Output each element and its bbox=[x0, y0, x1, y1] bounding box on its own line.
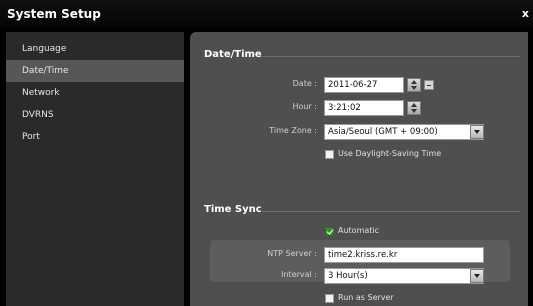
automatic-label: Automatic bbox=[338, 226, 380, 235]
ntp-server-input[interactable]: time2.kriss.re.kr bbox=[324, 247, 484, 263]
dst-label: Use Daylight-Saving Time bbox=[338, 149, 442, 158]
dst-checkbox[interactable] bbox=[325, 150, 334, 159]
spin-up-icon bbox=[411, 80, 417, 84]
timezone-dropdown-button[interactable] bbox=[470, 125, 484, 139]
hour-label: Hour : bbox=[292, 102, 317, 111]
hour-spinner[interactable] bbox=[407, 101, 421, 115]
sidebar-item-language[interactable]: Language bbox=[6, 38, 184, 60]
calendar-button[interactable] bbox=[424, 80, 434, 90]
timezone-label: Time Zone : bbox=[269, 126, 317, 135]
sidebar-item-network[interactable]: Network bbox=[6, 82, 184, 104]
minus-icon bbox=[427, 85, 431, 86]
sidebar: Language Date/Time Network DVRNS Port bbox=[6, 32, 184, 306]
hour-field[interactable]: 3:21:02 bbox=[324, 100, 404, 116]
close-icon[interactable]: x bbox=[522, 7, 529, 20]
chevron-down-icon bbox=[474, 274, 480, 278]
run-as-server-checkbox[interactable] bbox=[325, 294, 334, 303]
run-as-server-label: Run as Server bbox=[338, 293, 394, 302]
spin-down-icon bbox=[411, 109, 417, 113]
automatic-checkbox[interactable] bbox=[325, 227, 334, 236]
date-label: Date : bbox=[292, 79, 317, 88]
interval-label: Interval : bbox=[281, 270, 317, 279]
interval-select[interactable]: 3 Hour(s) bbox=[324, 268, 484, 284]
interval-dropdown-button[interactable] bbox=[470, 269, 484, 283]
ntp-server-label: NTP Server : bbox=[267, 249, 317, 258]
sidebar-item-datetime[interactable]: Date/Time bbox=[6, 60, 184, 82]
datetime-heading: Date/Time bbox=[204, 49, 262, 60]
chevron-down-icon bbox=[474, 130, 480, 134]
spin-down-icon bbox=[411, 86, 417, 90]
divider bbox=[262, 56, 520, 57]
sidebar-item-dvrns[interactable]: DVRNS bbox=[6, 104, 184, 126]
date-field[interactable]: 2011-06-27 bbox=[324, 77, 404, 93]
timezone-select[interactable]: Asia/Seoul (GMT + 09:00) bbox=[324, 124, 484, 140]
settings-panel: Date/Time Date : 2011-06-27 Hour : 3:21:… bbox=[190, 32, 528, 306]
timesync-heading: Time Sync bbox=[204, 204, 262, 215]
title-bar: System Setup x bbox=[0, 0, 533, 28]
spin-up-icon bbox=[411, 103, 417, 107]
sidebar-item-port[interactable]: Port bbox=[6, 126, 184, 148]
date-spinner[interactable] bbox=[407, 78, 421, 92]
divider bbox=[262, 211, 520, 212]
window-title: System Setup bbox=[7, 7, 101, 21]
